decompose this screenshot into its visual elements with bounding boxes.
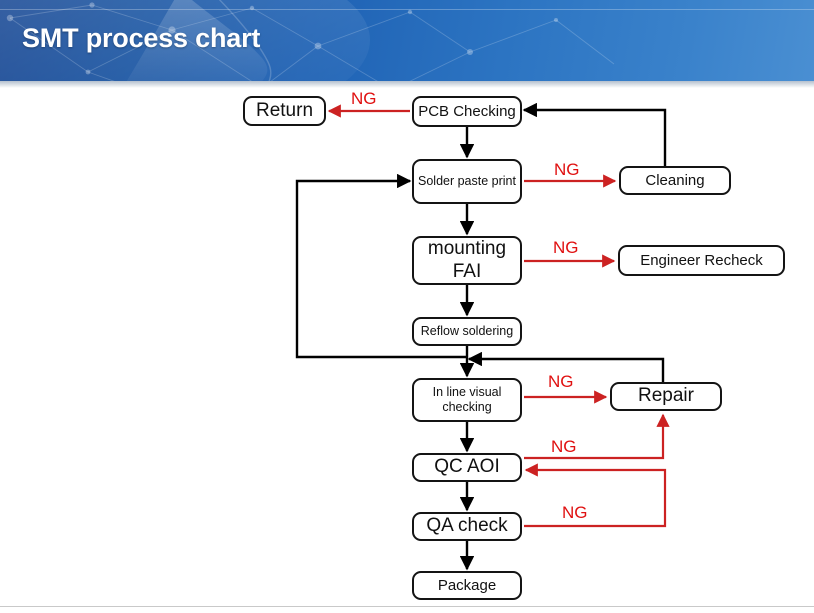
node-solder-paste-print-label: Solder paste print [418, 174, 516, 189]
node-mounting-fai-label: mounting FAI [427, 238, 507, 282]
flowchart-connectors [295, 102, 670, 571]
edge-label-ng-repair-from-qcaoi: NG [551, 437, 577, 456]
node-repair[interactable]: Repair [610, 382, 722, 411]
edge-label-ng-engineer-recheck: NG [553, 238, 579, 257]
edge-label-ng-cleaning: NG [554, 160, 580, 179]
node-cleaning[interactable]: Cleaning [619, 166, 731, 195]
node-qa-check-label: QA check [426, 515, 508, 537]
node-reflow-soldering[interactable]: Reflow soldering [412, 317, 522, 346]
node-reflow-soldering-label: Reflow soldering [420, 324, 514, 339]
node-pcb-checking[interactable]: PCB Checking [412, 96, 522, 127]
node-solder-paste-print[interactable]: Solder paste print [412, 159, 522, 204]
node-repair-label: Repair [638, 385, 694, 407]
node-package-label: Package [437, 576, 497, 594]
node-return-label: Return [255, 99, 314, 121]
node-return[interactable]: Return [243, 96, 326, 126]
edge-label-ng-return: NG [351, 89, 377, 108]
node-mounting-fai[interactable]: mounting FAI [412, 236, 522, 285]
node-engineer-recheck[interactable]: Engineer Recheck [618, 245, 785, 276]
node-pcb-checking-label: PCB Checking [418, 102, 516, 120]
footer-divider [0, 606, 814, 607]
node-qc-aoi-label: QC AOI [434, 456, 500, 478]
edge-ng-qcaoi-to-repair [524, 413, 670, 460]
node-in-line-visual-checking-label: In line visual checking [432, 385, 502, 414]
node-engineer-recheck-label: Engineer Recheck [640, 251, 763, 269]
slide-page: SMT process chart Return PCB Checking Cl… [0, 0, 814, 613]
edge-label-ng-repair-from-inline: NG [548, 372, 574, 391]
edge-label-ng-qcaoi-from-qacheck: NG [562, 503, 588, 522]
node-qc-aoi[interactable]: QC AOI [412, 453, 522, 482]
node-qa-check[interactable]: QA check [412, 512, 522, 541]
node-package[interactable]: Package [412, 571, 522, 600]
node-in-line-visual-checking[interactable]: In line visual checking [412, 378, 522, 422]
node-cleaning-label: Cleaning [645, 171, 705, 189]
edge-ng-qacheck-to-qcaoi [524, 463, 667, 528]
edge-cleaning-to-pcb [522, 102, 667, 166]
